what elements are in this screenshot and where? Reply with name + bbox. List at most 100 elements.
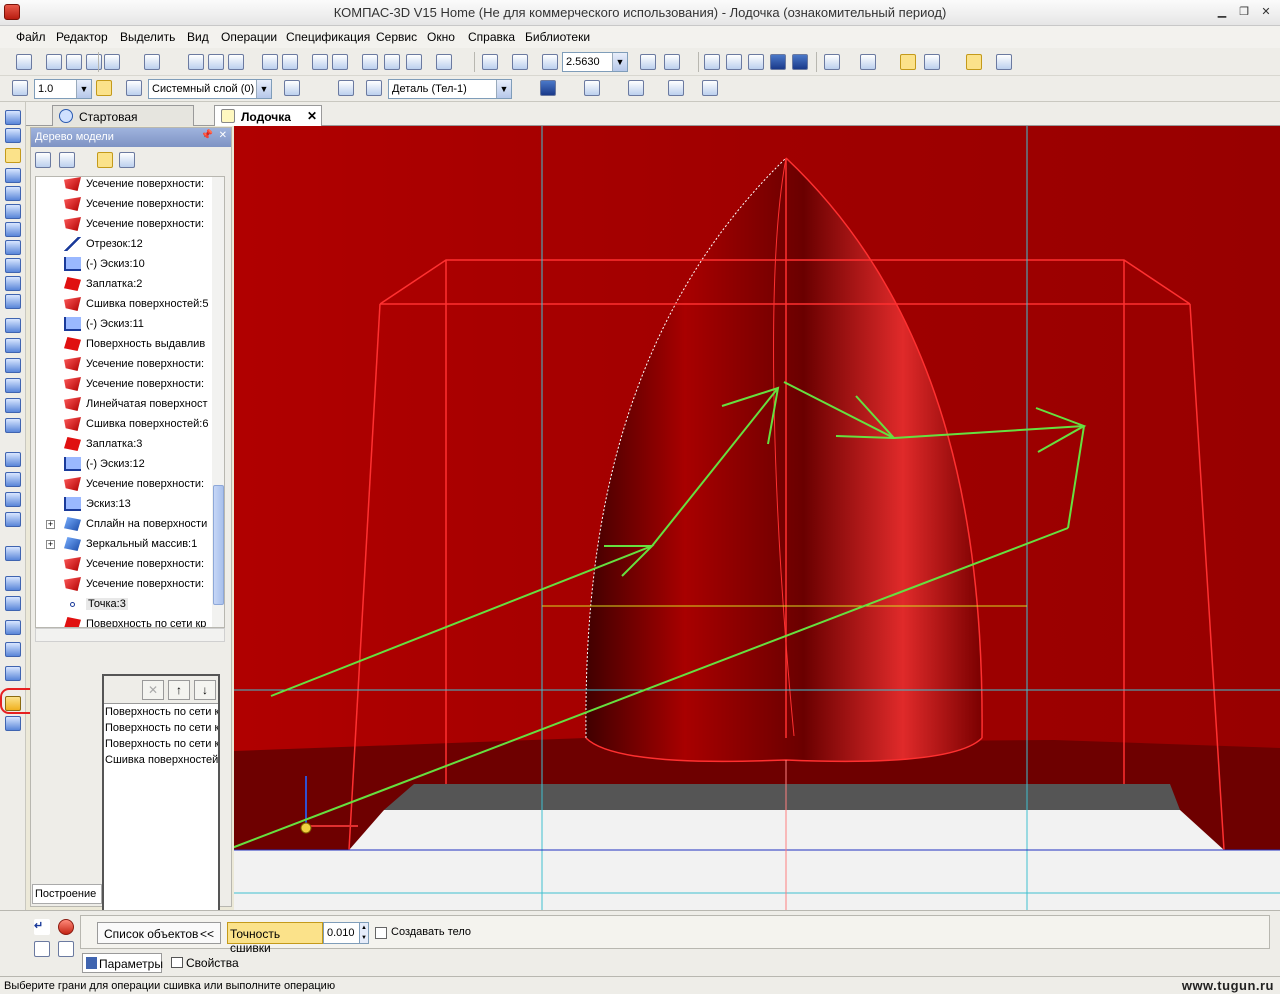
delete-icon[interactable]: ✕ [142,680,164,700]
menu-specification[interactable]: Спецификация [286,30,370,44]
toggle-icon[interactable] [900,54,916,70]
tab-start-page[interactable]: Стартовая страница [52,105,194,138]
object-item[interactable]: Сшивка поверхностей [104,754,218,770]
menu-file[interactable]: Файл [16,30,46,44]
tool-arrays-icon[interactable] [5,168,21,183]
tool-network-icon[interactable] [5,642,21,657]
zoom-fit-icon[interactable] [512,54,528,70]
tree-node[interactable]: (-) Эскиз:12 [36,455,208,475]
chevron-down-icon[interactable]: ▼ [256,80,271,98]
function-icon[interactable] [406,54,422,70]
restore-button[interactable]: ❐ [1236,5,1252,19]
tree-list-icon[interactable] [119,152,135,168]
tree-node[interactable]: (-) Эскиз:11 [36,315,208,335]
layer-icon[interactable] [126,80,142,96]
sketch-mode-icon[interactable] [338,80,354,96]
tool-extend-icon[interactable] [5,492,21,507]
filter-icon[interactable] [824,54,840,70]
tree-node[interactable]: Сшивка поверхностей:5 [36,295,208,315]
tree-horizontal-scrollbar[interactable] [35,628,225,642]
tree-node[interactable]: Отрезок:12 [36,235,208,255]
object-item[interactable]: Поверхность по сети к [104,706,218,722]
tree-node[interactable]: Линейчатая поверхност [36,395,208,415]
tool-aux-geometry-icon[interactable] [5,186,21,201]
object-item[interactable]: Поверхность по сети к [104,738,218,754]
tool-patch-icon[interactable] [5,418,21,433]
variables-icon[interactable] [384,54,400,70]
tree-node[interactable]: + Сплайн на поверхности [36,515,208,535]
snap-icon[interactable] [966,54,982,70]
zoom-window-icon[interactable] [482,54,498,70]
paste-icon[interactable] [228,54,244,70]
grid-icon[interactable] [996,54,1012,70]
auto-create-icon[interactable] [34,941,50,957]
tree-node[interactable]: Точка:3 [36,595,208,615]
tree-node[interactable]: Заплатка:3 [36,435,208,455]
local-cs-icon[interactable] [284,80,300,96]
format-brush-icon[interactable] [262,54,278,70]
copy-icon[interactable] [208,54,224,70]
tree-node[interactable]: Усечение поверхности: [36,575,208,595]
tool-loft-surface-icon[interactable] [5,378,21,393]
menu-view[interactable]: Вид [187,30,209,44]
tree-node[interactable]: Сшивка поверхностей:6 [36,415,208,435]
shaded-icon[interactable] [770,54,786,70]
tree-node[interactable]: Эскиз:13 [36,495,208,515]
object-item[interactable]: Поверхность по сети к [104,722,218,738]
coordinate-icon[interactable] [12,80,28,96]
tree-node[interactable]: Усечение поверхности: [36,355,208,375]
material-icon[interactable] [540,80,556,96]
properties-icon[interactable] [282,54,298,70]
menu-edit[interactable]: Редактор [56,30,108,44]
minimize-button[interactable]: ▁ [1214,5,1230,19]
tool-surfaces-icon[interactable] [5,148,21,163]
tool-cut-icon[interactable] [5,596,21,611]
tree-node[interactable]: Усечение поверхности: [36,475,208,495]
tree-node[interactable]: Усечение поверхности: [36,177,208,195]
rotate-icon[interactable] [640,54,656,70]
chevron-down-icon[interactable]: ▼ [496,80,511,98]
open-folder-icon[interactable] [46,54,62,70]
menu-select[interactable]: Выделить [120,30,175,44]
move-down-icon[interactable]: ↓ [194,680,216,700]
tool-ruled-surface-icon[interactable] [5,398,21,413]
snap-toggle-icon[interactable] [96,80,112,96]
print-icon[interactable] [104,54,120,70]
tree-node[interactable]: + Зеркальный массив:1 [36,535,208,555]
menu-libraries[interactable]: Библиотеки [525,30,590,44]
scroll-thumb[interactable] [213,485,224,605]
tool-report-icon[interactable] [5,276,21,291]
wireframe-icon[interactable] [704,54,720,70]
disk-icon[interactable] [86,54,102,70]
measure-icon[interactable] [628,80,644,96]
help-icon[interactable] [58,941,74,957]
zoom-icon[interactable] [542,54,558,70]
layers-icon[interactable] [924,54,940,70]
scale-combo[interactable]: 1.0 ▼ [34,79,92,99]
expand-icon[interactable]: + [46,520,55,529]
tool-trim-icon[interactable] [5,472,21,487]
menu-window[interactable]: Окно [427,30,455,44]
spin-icon[interactable]: ▲ ▼ [359,922,369,944]
preview-icon[interactable] [144,54,160,70]
zoom-combo[interactable]: 2.5630 ▼ [562,52,628,72]
create-body-checkbox[interactable] [375,927,387,939]
part-icon[interactable] [366,80,382,96]
tree-structure-icon[interactable] [35,152,51,168]
tool-spec-icon[interactable] [5,258,21,273]
model-scene[interactable] [234,126,1280,910]
tool-layer-surface-icon[interactable] [5,576,21,591]
close-icon[interactable]: ✕ [307,109,317,123]
tree-filter-icon[interactable] [97,152,113,168]
origin-point[interactable] [300,822,312,834]
thin-lines-icon[interactable] [748,54,764,70]
cut-icon[interactable] [188,54,204,70]
dimension-icon[interactable] [702,80,718,96]
tree-view-icon[interactable] [59,152,75,168]
chevron-down-icon[interactable]: ▼ [612,53,627,71]
tool-curves-icon[interactable] [5,128,21,143]
context-help-icon[interactable] [436,54,452,70]
layer-combo[interactable]: Системный слой (0) ▼ [148,79,272,99]
stop-icon[interactable] [58,919,74,935]
tree-vertical-scrollbar[interactable] [212,177,224,627]
